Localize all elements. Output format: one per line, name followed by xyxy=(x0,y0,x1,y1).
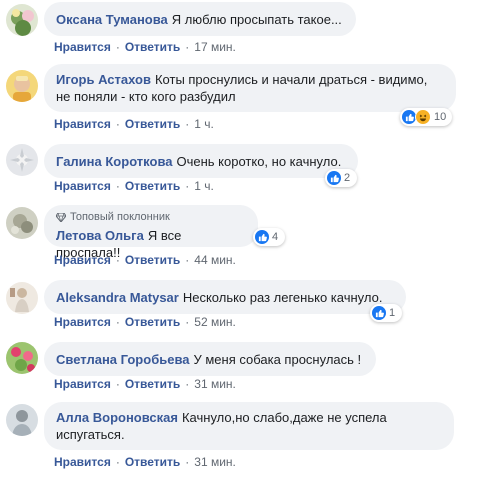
reaction-count: 2 xyxy=(344,172,351,184)
like-button[interactable]: Нравится xyxy=(54,117,111,131)
reaction-summary[interactable]: 2 xyxy=(325,169,357,187)
comment-author[interactable]: Галина Короткова xyxy=(56,154,173,169)
avatar[interactable] xyxy=(6,207,38,239)
comment-author[interactable]: Aleksandra Matysar xyxy=(56,290,179,305)
like-button[interactable]: Нравится xyxy=(54,179,111,193)
comment-timestamp[interactable]: 52 мин. xyxy=(194,315,236,329)
avatar[interactable] xyxy=(6,144,38,176)
comment-actions: Нравится · Ответить · 17 мин. xyxy=(54,40,236,54)
like-icon xyxy=(327,171,341,185)
haha-icon xyxy=(415,109,431,125)
comment-text: Очень коротко, но качнуло. xyxy=(176,154,342,169)
like-button[interactable]: Нравится xyxy=(54,455,111,469)
avatar[interactable] xyxy=(6,4,38,36)
reaction-summary[interactable]: 4 xyxy=(253,228,285,246)
reply-button[interactable]: Ответить xyxy=(125,315,180,329)
comment-actions: Нравится · Ответить · 31 мин. xyxy=(54,377,236,391)
separator-dot: · xyxy=(185,253,190,267)
like-button[interactable]: Нравится xyxy=(54,253,111,267)
comment-timestamp[interactable]: 31 мин. xyxy=(194,377,236,391)
separator-dot: · xyxy=(115,253,120,267)
like-button[interactable]: Нравится xyxy=(54,315,111,329)
comment-actions: Нравится · Ответить · 52 мин. xyxy=(54,315,236,329)
reaction-count: 10 xyxy=(434,111,447,123)
comment-bubble: Оксана Туманова Я люблю просыпать такое..… xyxy=(44,2,356,36)
like-icon xyxy=(255,230,269,244)
comment-author[interactable]: Алла Вороновская xyxy=(56,410,178,425)
reply-button[interactable]: Ответить xyxy=(125,455,180,469)
like-icon xyxy=(372,306,386,320)
comment-timestamp[interactable]: 44 мин. xyxy=(194,253,236,267)
reply-button[interactable]: Ответить xyxy=(125,179,180,193)
avatar[interactable] xyxy=(6,342,38,374)
comment-actions: Нравится · Ответить · 1 ч. xyxy=(54,117,214,131)
comment-text: Я люблю просыпать такое... xyxy=(171,12,342,27)
comment-text: У меня собака проснулась ! xyxy=(193,352,362,367)
badge-label: Топовый поклонник xyxy=(70,211,170,223)
reaction-summary[interactable]: 1 xyxy=(370,304,402,322)
separator-dot: · xyxy=(185,315,190,329)
separator-dot: · xyxy=(115,455,120,469)
like-icon xyxy=(402,110,416,124)
separator-dot: · xyxy=(115,117,120,131)
comment-bubble: Светлана Горобьева У меня собака проснула… xyxy=(44,342,376,376)
comment-timestamp[interactable]: 17 мин. xyxy=(194,40,236,54)
comment-bubble: Игорь Астахов Коты проснулись и начали др… xyxy=(44,64,456,112)
separator-dot: · xyxy=(115,377,120,391)
reaction-count: 4 xyxy=(272,231,279,243)
comment-timestamp[interactable]: 31 мин. xyxy=(194,455,236,469)
like-button[interactable]: Нравится xyxy=(54,40,111,54)
diamond-icon xyxy=(56,213,66,222)
avatar[interactable] xyxy=(6,282,38,314)
comment-author[interactable]: Оксана Туманова xyxy=(56,12,168,27)
avatar[interactable] xyxy=(6,404,38,436)
top-fan-badge[interactable]: Топовый поклонник xyxy=(56,209,246,226)
separator-dot: · xyxy=(185,377,190,391)
comment-actions: Нравится · Ответить · 44 мин. xyxy=(54,253,236,267)
reply-button[interactable]: Ответить xyxy=(125,40,180,54)
separator-dot: · xyxy=(185,40,190,54)
separator-dot: · xyxy=(185,117,190,131)
separator-dot: · xyxy=(115,315,120,329)
reaction-count: 1 xyxy=(389,307,396,319)
reply-button[interactable]: Ответить xyxy=(125,253,180,267)
avatar[interactable] xyxy=(6,70,38,102)
separator-dot: · xyxy=(185,179,190,193)
comment-actions: Нравится · Ответить · 31 мин. xyxy=(54,455,236,469)
reply-button[interactable]: Ответить xyxy=(125,377,180,391)
separator-dot: · xyxy=(185,455,190,469)
comment-bubble: Aleksandra Matysar Несколько раз легенько… xyxy=(44,280,406,314)
separator-dot: · xyxy=(115,40,120,54)
comment-timestamp[interactable]: 1 ч. xyxy=(194,179,214,193)
comment-bubble: Топовый поклонник Летова Ольга Я все прос… xyxy=(44,205,258,260)
comment-text: Несколько раз легенько качнуло. xyxy=(182,290,383,305)
comment-timestamp[interactable]: 1 ч. xyxy=(194,117,214,131)
separator-dot: · xyxy=(115,179,120,193)
comment-author[interactable]: Игорь Астахов xyxy=(56,72,151,87)
like-button[interactable]: Нравится xyxy=(54,377,111,391)
comment-actions: Нравится · Ответить · 1 ч. xyxy=(54,179,214,193)
comment-bubble: Галина Короткова Очень коротко, но качнул… xyxy=(44,144,358,178)
comment-bubble: Алла Вороновская Качнуло,но слабо,даже не… xyxy=(44,402,454,450)
comment-author[interactable]: Светлана Горобьева xyxy=(56,352,190,367)
comment-author[interactable]: Летова Ольга xyxy=(56,228,144,243)
reply-button[interactable]: Ответить xyxy=(125,117,180,131)
reaction-summary[interactable]: 10 xyxy=(400,108,452,126)
